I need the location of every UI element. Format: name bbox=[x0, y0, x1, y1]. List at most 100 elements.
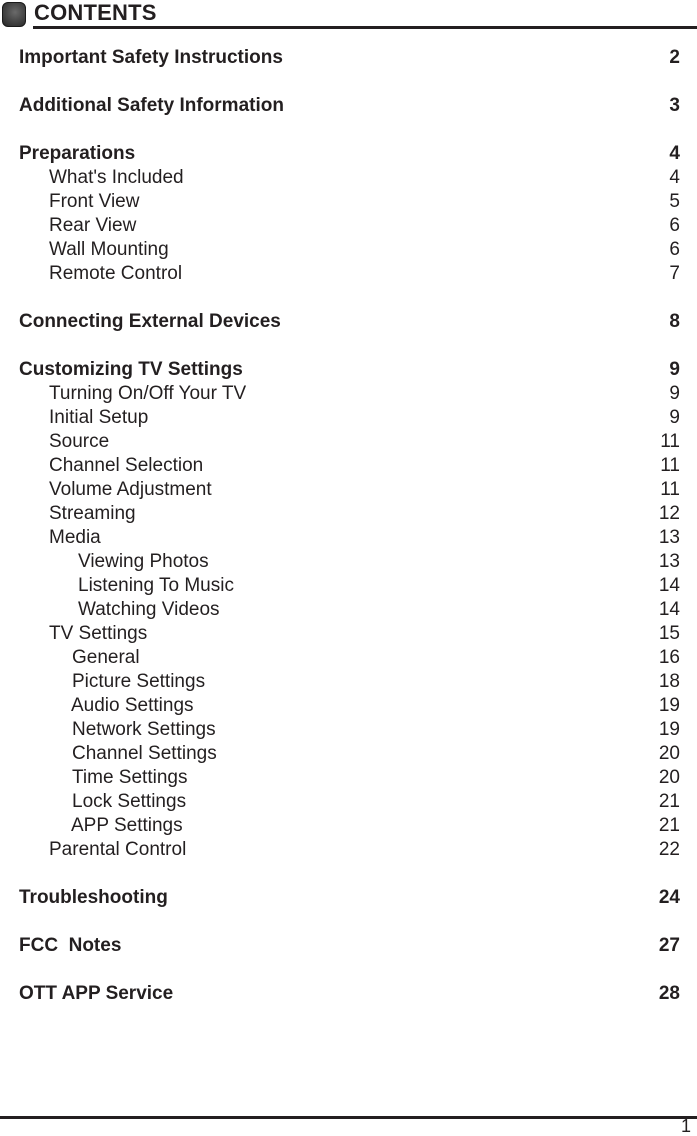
toc-entry-label: Wall Mounting bbox=[49, 239, 169, 260]
header-divider bbox=[33, 26, 697, 29]
rounded-square-bullet-icon bbox=[2, 2, 26, 27]
toc-section-entry[interactable]: Important Safety Instructions 2 bbox=[0, 46, 697, 70]
toc-subsection-entry[interactable]: Listening To Music 14 bbox=[0, 574, 697, 598]
toc-entry-label: Rear View bbox=[49, 215, 137, 236]
toc-entry-page-number: 7 bbox=[669, 263, 680, 284]
toc-entry-label: OTT APP Service bbox=[19, 983, 174, 1004]
toc-entry-page-number: 24 bbox=[658, 887, 680, 908]
toc-entry-label: Channel Selection bbox=[49, 455, 204, 476]
toc-subsection-entry[interactable]: Remote Control 7 bbox=[0, 262, 697, 286]
toc-entry-page-number: 11 bbox=[660, 479, 680, 500]
toc-subsection-entry[interactable]: Media 13 bbox=[0, 526, 697, 550]
toc-entry-page-number: 5 bbox=[669, 191, 680, 212]
toc-subsection-entry[interactable]: Front View 5 bbox=[0, 190, 697, 214]
toc-entry-label: Channel Settings bbox=[72, 743, 217, 764]
toc-entry-label: FCC Notes bbox=[19, 935, 122, 956]
toc-subsection-entry[interactable]: Source 11 bbox=[0, 430, 697, 454]
toc-entry-page-number: 27 bbox=[658, 935, 680, 956]
toc-subsection-entry[interactable]: Watching Videos 14 bbox=[0, 598, 697, 622]
toc-entry-page-number: 22 bbox=[658, 839, 680, 860]
toc-subsection-entry[interactable]: Channel Selection 11 bbox=[0, 454, 697, 478]
toc-subsection-entry[interactable]: Channel Settings 20 bbox=[0, 742, 697, 766]
toc-entry-label: Additional Safety Information bbox=[19, 95, 284, 116]
toc-subsection-entry[interactable]: What's Included 4 bbox=[0, 166, 697, 190]
toc-subsection-entry[interactable]: Volume Adjustment 11 bbox=[0, 478, 697, 502]
toc-entry-label: Preparations bbox=[19, 143, 136, 164]
toc-entry-page-number: 19 bbox=[658, 719, 680, 740]
toc-entry-page-number: 28 bbox=[658, 983, 680, 1004]
toc-entry-page-number: 6 bbox=[669, 239, 680, 260]
toc-section-entry[interactable]: FCC Notes 27 bbox=[0, 934, 697, 958]
toc-entry-page-number: 20 bbox=[658, 767, 680, 788]
toc-entry-page-number: 12 bbox=[658, 503, 680, 524]
toc-entry-label: What's Included bbox=[49, 167, 184, 188]
toc-entry-page-number: 11 bbox=[660, 455, 680, 476]
toc-subsection-entry[interactable]: Time Settings 20 bbox=[0, 766, 697, 790]
toc-entry-page-number: 9 bbox=[669, 407, 680, 428]
toc-entry-label: Streaming bbox=[49, 503, 136, 524]
toc-entry-label: Customizing TV Settings bbox=[19, 359, 243, 380]
toc-entry-label: Picture Settings bbox=[72, 671, 206, 692]
toc-entry-label: Connecting External Devices bbox=[19, 311, 281, 332]
toc-entry-page-number: 14 bbox=[658, 599, 680, 620]
toc-entry-page-number: 18 bbox=[658, 671, 680, 692]
toc-entry-label: Turning On/Off Your TV bbox=[49, 383, 247, 404]
toc-entry-label: Source bbox=[49, 431, 110, 452]
toc-entry-label: Troubleshooting bbox=[19, 887, 168, 908]
toc-subsection-entry[interactable]: Turning On/Off Your TV 9 bbox=[0, 382, 697, 406]
toc-section-entry[interactable]: Additional Safety Information 3 bbox=[0, 94, 697, 118]
toc-entry-label: Watching Videos bbox=[78, 599, 220, 620]
toc-subsection-entry[interactable]: Wall Mounting 6 bbox=[0, 238, 697, 262]
toc-subsection-entry[interactable]: Audio Settings 19 bbox=[0, 694, 697, 718]
toc-entry-label: Lock Settings bbox=[72, 791, 187, 812]
toc-entry-page-number: 20 bbox=[658, 743, 680, 764]
toc-subsection-entry[interactable]: Network Settings 19 bbox=[0, 718, 697, 742]
toc-entry-page-number: 3 bbox=[669, 95, 680, 116]
footer-page-number: 1 bbox=[680, 1116, 691, 1136]
page-title: CONTENTS bbox=[34, 0, 157, 25]
toc-entry-page-number: 13 bbox=[658, 551, 680, 572]
toc-section-entry[interactable]: Customizing TV Settings 9 bbox=[0, 358, 697, 382]
toc-entry-label: Network Settings bbox=[72, 719, 216, 740]
toc-section-entry[interactable]: Preparations 4 bbox=[0, 142, 697, 166]
toc-entry-page-number: 15 bbox=[658, 623, 680, 644]
toc-entry-page-number: 9 bbox=[669, 383, 680, 404]
toc-subsection-entry[interactable]: Parental Control 22 bbox=[0, 838, 697, 862]
toc-entry-page-number: 2 bbox=[669, 47, 680, 68]
toc-subsection-entry[interactable]: Streaming 12 bbox=[0, 502, 697, 526]
toc-entry-page-number: 21 bbox=[658, 815, 680, 836]
toc-entry-label: General bbox=[72, 647, 140, 668]
toc-entry-label: Initial Setup bbox=[49, 407, 149, 428]
toc-subsection-entry[interactable]: Viewing Photos 13 bbox=[0, 550, 697, 574]
toc-entry-label: Audio Settings bbox=[71, 695, 194, 716]
toc-entry-label: Viewing Photos bbox=[78, 551, 209, 572]
toc-entry-label: TV Settings bbox=[49, 623, 148, 644]
toc-entry-label: Media bbox=[49, 527, 101, 548]
contents-header: CONTENTS bbox=[0, 0, 697, 30]
toc-entry-page-number: 16 bbox=[658, 647, 680, 668]
toc-subsection-entry[interactable]: Initial Setup 9 bbox=[0, 406, 697, 430]
toc-entry-label: Listening To Music bbox=[78, 575, 234, 596]
toc-subsection-entry[interactable]: Rear View 6 bbox=[0, 214, 697, 238]
toc-entry-label: Important Safety Instructions bbox=[19, 47, 283, 68]
toc-subsection-entry[interactable]: TV Settings 15 bbox=[0, 622, 697, 646]
toc-entry-page-number: 14 bbox=[658, 575, 680, 596]
toc-subsection-entry[interactable]: Lock Settings 21 bbox=[0, 790, 697, 814]
toc-entry-page-number: 19 bbox=[658, 695, 680, 716]
toc-entry-label: APP Settings bbox=[71, 815, 183, 836]
toc-entry-page-number: 6 bbox=[669, 215, 680, 236]
toc-entry-label: Remote Control bbox=[49, 263, 183, 284]
toc-subsection-entry[interactable]: APP Settings 21 bbox=[0, 814, 697, 838]
toc-section-entry[interactable]: Troubleshooting 24 bbox=[0, 886, 697, 910]
toc-entry-label: Volume Adjustment bbox=[49, 479, 212, 500]
toc-entry-label: Parental Control bbox=[49, 839, 187, 860]
toc-entry-label: Front View bbox=[49, 191, 140, 212]
toc-section-entry[interactable]: OTT APP Service 28 bbox=[0, 982, 697, 1006]
toc-subsection-entry[interactable]: General 16 bbox=[0, 646, 697, 670]
toc-entry-page-number: 4 bbox=[669, 167, 680, 188]
toc-section-entry[interactable]: Connecting External Devices 8 bbox=[0, 310, 697, 334]
toc-subsection-entry[interactable]: Picture Settings 18 bbox=[0, 670, 697, 694]
toc-entry-page-number: 13 bbox=[658, 527, 680, 548]
toc-entry-page-number: 9 bbox=[669, 359, 680, 380]
toc-entry-label: Time Settings bbox=[72, 767, 188, 788]
